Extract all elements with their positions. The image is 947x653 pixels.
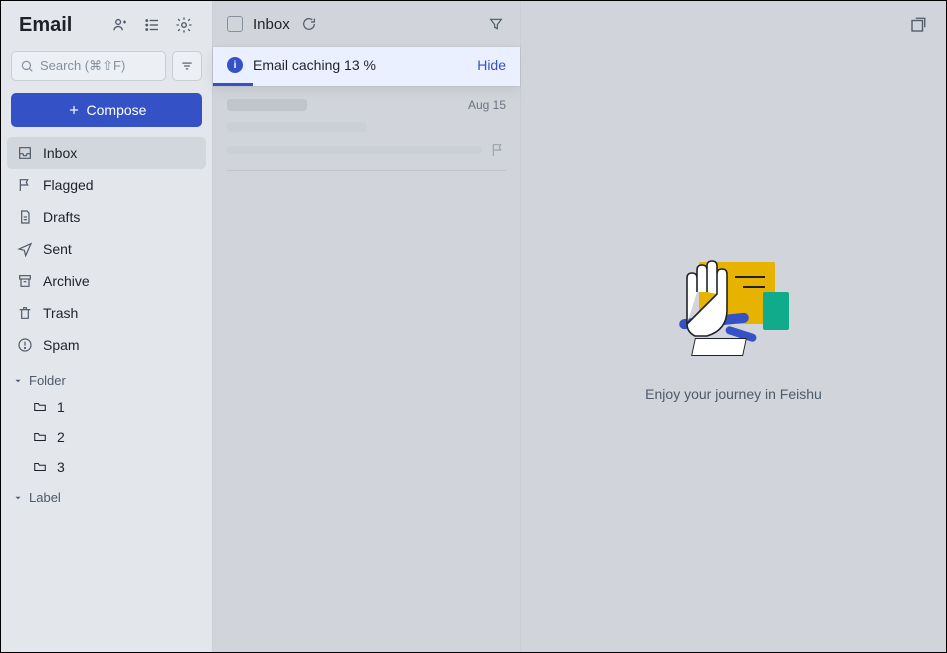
- folder-icon: [33, 430, 47, 444]
- folder-item[interactable]: 2: [1, 422, 212, 452]
- sidebar-header: Email: [1, 11, 212, 45]
- cache-progress-bar: [213, 83, 253, 86]
- popout-button[interactable]: [906, 13, 930, 37]
- archive-icon: [17, 273, 33, 289]
- nav-sent[interactable]: Sent: [7, 233, 206, 265]
- compose-label: Compose: [87, 102, 147, 118]
- empty-illustration: [669, 252, 799, 362]
- message-flag-icon[interactable]: [490, 142, 506, 158]
- folder-icon: [33, 460, 47, 474]
- select-all-checkbox[interactable]: [227, 16, 243, 32]
- folder-section-header[interactable]: Folder: [1, 365, 212, 392]
- filter-button[interactable]: [486, 14, 506, 34]
- plus-icon: [67, 103, 81, 117]
- cache-banner: i Email caching 13 % Hide: [213, 47, 520, 86]
- nav-trash[interactable]: Trash: [7, 297, 206, 329]
- inbox-icon: [17, 145, 33, 161]
- message-subject-skeleton: [227, 122, 367, 132]
- folder-item[interactable]: 3: [1, 452, 212, 482]
- contacts-icon[interactable]: [106, 11, 134, 39]
- caret-down-icon: [13, 493, 23, 503]
- empty-state-text: Enjoy your journey in Feishu: [645, 386, 822, 402]
- message-item[interactable]: Aug 15: [213, 86, 520, 158]
- nav-spam[interactable]: Spam: [7, 329, 206, 361]
- app-title: Email: [19, 14, 102, 37]
- compose-button[interactable]: Compose: [11, 93, 202, 127]
- search-icon: [20, 59, 34, 73]
- message-separator: [227, 170, 506, 171]
- search-row: Search (⌘⇧F): [1, 45, 212, 87]
- cache-text: Email caching 13 %: [253, 57, 376, 73]
- cache-hide-link[interactable]: Hide: [477, 57, 506, 73]
- spam-icon: [17, 337, 33, 353]
- search-input[interactable]: Search (⌘⇧F): [11, 51, 166, 81]
- nav-flagged[interactable]: Flagged: [7, 169, 206, 201]
- message-list-header: Inbox: [213, 1, 520, 47]
- message-sender-skeleton: [227, 99, 307, 111]
- nav-list: Inbox Flagged Drafts Sent: [1, 133, 212, 365]
- sent-icon: [17, 241, 33, 257]
- search-filter-button[interactable]: [172, 51, 202, 81]
- message-preview-skeleton: [227, 146, 482, 154]
- sidebar: Email: [1, 1, 213, 652]
- cache-progress: [213, 83, 520, 86]
- list-view-icon[interactable]: [138, 11, 166, 39]
- message-list-pane: Inbox i Email caching 13 % Hide: [213, 1, 521, 652]
- reading-pane: Enjoy your journey in Feishu: [521, 1, 946, 652]
- nav-inbox[interactable]: Inbox: [7, 137, 206, 169]
- list-title: Inbox: [253, 16, 290, 33]
- refresh-button[interactable]: [300, 15, 318, 33]
- folder-list: 1 2 3: [1, 392, 212, 482]
- gear-icon[interactable]: [170, 11, 198, 39]
- drafts-icon: [17, 209, 33, 225]
- folder-icon: [33, 400, 47, 414]
- message-date: Aug 15: [468, 98, 506, 112]
- label-section-header[interactable]: Label: [1, 482, 212, 509]
- search-placeholder: Search (⌘⇧F): [40, 58, 125, 74]
- flag-icon: [17, 177, 33, 193]
- caret-down-icon: [13, 376, 23, 386]
- nav-drafts[interactable]: Drafts: [7, 201, 206, 233]
- folder-item[interactable]: 1: [1, 392, 212, 422]
- info-icon: i: [227, 57, 243, 73]
- trash-icon: [17, 305, 33, 321]
- nav-archive[interactable]: Archive: [7, 265, 206, 297]
